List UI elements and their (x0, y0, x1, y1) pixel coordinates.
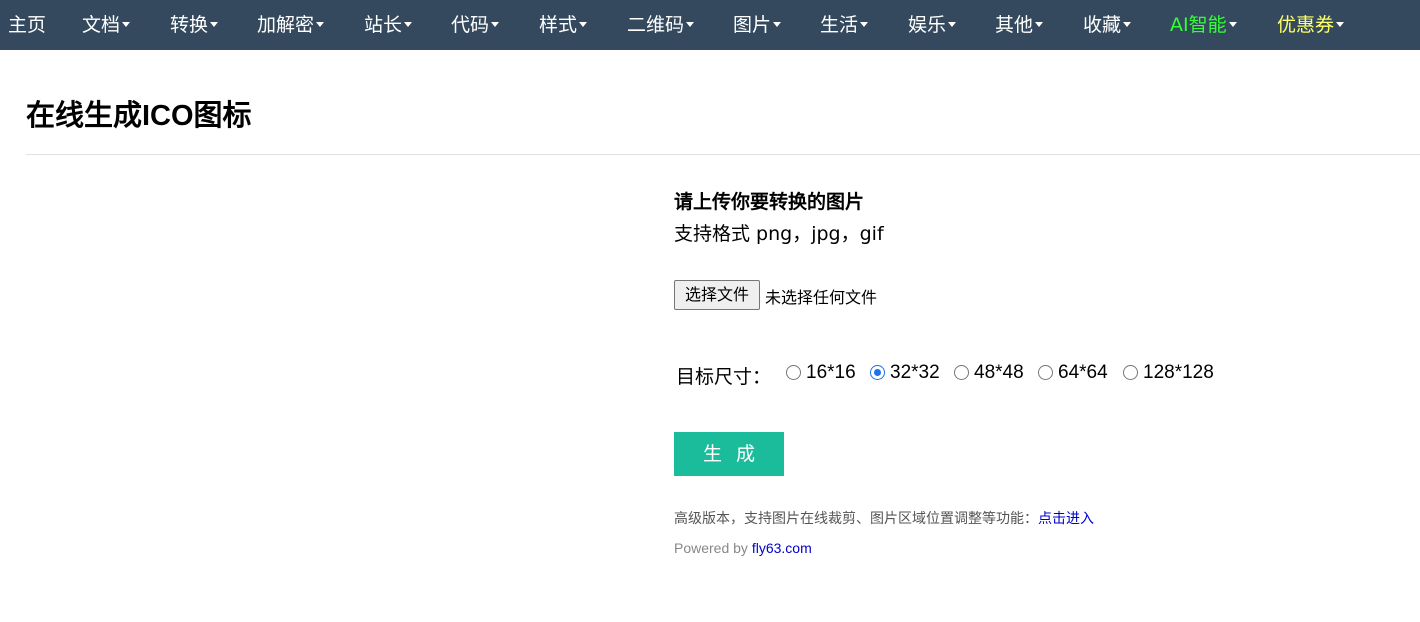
caret-down-icon (491, 22, 500, 27)
top-navigation-bar: 主页 文档 转换 加解密 站长 代码 样式 二维码 图片 生活 娱乐 其他 收藏… (0, 0, 1420, 50)
caret-down-icon (316, 22, 325, 27)
generate-button[interactable]: 生成 (674, 432, 784, 476)
size-option-label[interactable]: 32*32 (890, 362, 940, 384)
nav-item-label: 文档 (82, 14, 121, 36)
nav-item-ai[interactable]: AI智能 (1170, 0, 1237, 50)
nav-item-label: 娱乐 (908, 14, 947, 36)
nav-item-label: 生活 (820, 14, 859, 36)
nav-item-docs[interactable]: 文档 (82, 0, 131, 50)
file-status-text: 未选择任何文件 (765, 288, 878, 307)
size-radio-32[interactable] (870, 365, 885, 380)
title-divider (26, 154, 1420, 155)
nav-item-label: 收藏 (1083, 14, 1122, 36)
nav-item-label: 二维码 (627, 14, 685, 36)
upload-heading: 请上传你要转换的图片 (674, 191, 865, 213)
nav-item-label: 优惠券 (1277, 14, 1335, 36)
nav-item-home[interactable]: 主页 (8, 0, 46, 50)
caret-down-icon (948, 22, 957, 27)
nav-item-label: 其他 (995, 14, 1034, 36)
size-radio-128[interactable] (1123, 365, 1138, 380)
advanced-version-note: 高级版本，支持图片在线裁剪、图片区域位置调整等功能：点击进入 (674, 508, 1094, 528)
nav-item-label: 代码 (451, 14, 490, 36)
target-size-label: 目标尺寸： (676, 366, 772, 388)
caret-down-icon (686, 22, 695, 27)
nav-item-code[interactable]: 代码 (451, 0, 500, 50)
caret-down-icon (210, 22, 219, 27)
nav-item-qrcode[interactable]: 二维码 (627, 0, 695, 50)
powered-by-prefix: Powered by (674, 540, 752, 556)
size-radio-64[interactable] (1038, 365, 1053, 380)
caret-down-icon (1035, 22, 1044, 27)
nav-item-style[interactable]: 样式 (539, 0, 588, 50)
nav-item-favorites[interactable]: 收藏 (1083, 0, 1132, 50)
supported-formats-text: 支持格式 png，jpg，gif (674, 223, 884, 245)
choose-file-button[interactable]: 选择文件 (674, 280, 760, 310)
powered-by: Powered by fly63.com (674, 540, 812, 556)
caret-down-icon (1228, 22, 1237, 27)
nav-item-life[interactable]: 生活 (820, 0, 869, 50)
nav-item-entertainment[interactable]: 娱乐 (908, 0, 957, 50)
caret-down-icon (404, 22, 413, 27)
nav-item-other[interactable]: 其他 (995, 0, 1044, 50)
nav-item-coupons[interactable]: 优惠券 (1277, 0, 1345, 50)
caret-down-icon (773, 22, 782, 27)
nav-item-convert[interactable]: 转换 (170, 0, 219, 50)
caret-down-icon (122, 22, 131, 27)
nav-item-label: 样式 (539, 14, 578, 36)
page-title: 在线生成ICO图标 (26, 100, 252, 132)
size-radio-16[interactable] (786, 365, 801, 380)
nav-item-label: 主页 (8, 14, 47, 36)
nav-item-label: AI智能 (1170, 14, 1227, 36)
nav-item-label: 图片 (733, 14, 772, 36)
advanced-version-text: 高级版本，支持图片在线裁剪、图片区域位置调整等功能： (674, 511, 1038, 527)
size-option-label[interactable]: 48*48 (974, 362, 1024, 384)
nav-item-label: 转换 (170, 14, 209, 36)
size-option-label[interactable]: 128*128 (1143, 362, 1214, 384)
nav-item-label: 站长 (364, 14, 403, 36)
size-option-label[interactable]: 64*64 (1058, 362, 1108, 384)
nav-item-crypto[interactable]: 加解密 (257, 0, 325, 50)
advanced-version-link[interactable]: 点击进入 (1038, 511, 1094, 527)
caret-down-icon (860, 22, 869, 27)
size-radio-48[interactable] (954, 365, 969, 380)
caret-down-icon (579, 22, 588, 27)
size-option-label[interactable]: 16*16 (806, 362, 856, 384)
caret-down-icon (1336, 22, 1345, 27)
nav-item-label: 加解密 (257, 14, 315, 36)
powered-by-link[interactable]: fly63.com (752, 540, 812, 556)
nav-item-webmaster[interactable]: 站长 (364, 0, 413, 50)
caret-down-icon (1123, 22, 1132, 27)
nav-item-image[interactable]: 图片 (733, 0, 782, 50)
